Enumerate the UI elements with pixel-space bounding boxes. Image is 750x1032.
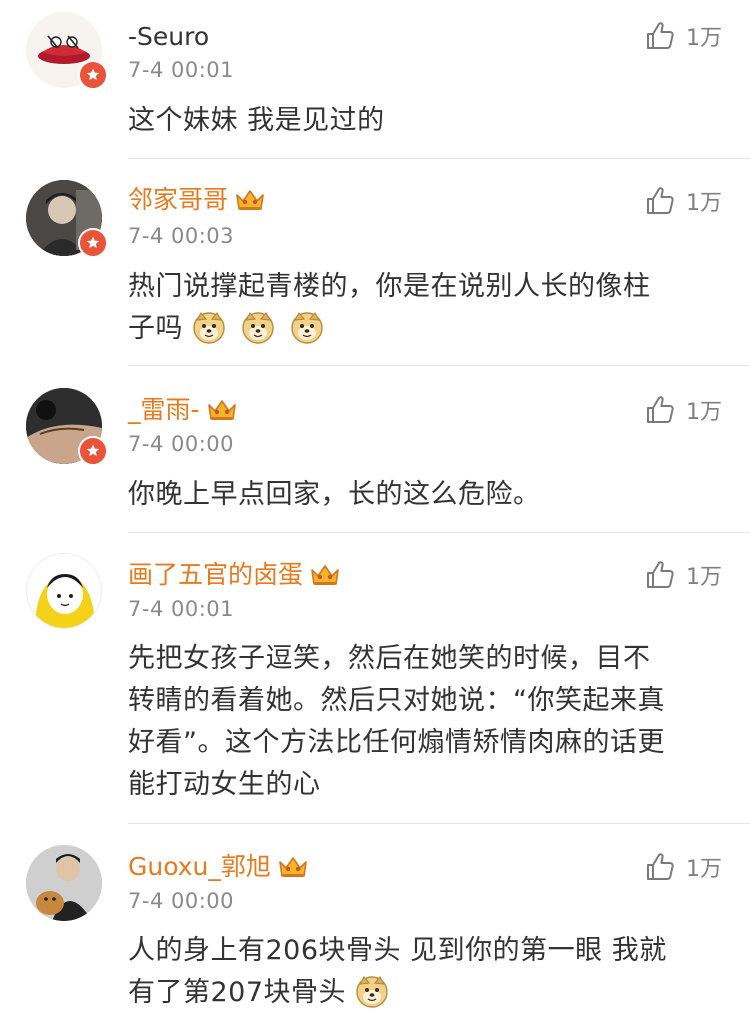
thumbs-up-icon: [644, 851, 676, 883]
avatar[interactable]: [26, 553, 102, 629]
like-count: 1万: [686, 26, 722, 51]
vip-crown-icon: [206, 397, 238, 423]
avatar[interactable]: [26, 388, 108, 466]
doge-emoji-icon: [192, 310, 226, 344]
comment-text: 人的身上有206块骨头 见到你的第一眼 我就 有了第207块骨头: [128, 930, 718, 1014]
comment-text: 热门说撑起青楼的，你是在说别人长的像柱 子吗: [128, 266, 718, 350]
doge-emoji-icon: [241, 310, 275, 344]
thumbs-up-icon: [644, 394, 676, 426]
username[interactable]: 邻家哥哥: [128, 185, 266, 215]
username-text[interactable]: -Seuro: [128, 22, 209, 52]
comment-text-line: 人的身上有206块骨头 见到你的第一眼 我就: [128, 935, 667, 966]
like-button[interactable]: 1万: [644, 851, 722, 883]
like-button[interactable]: 1万: [644, 394, 722, 426]
comment-text: 你晚上早点回家，长的这么危险。: [128, 479, 541, 510]
timestamp: 7-4 00:01: [128, 58, 234, 82]
timestamp: 7-4 00:01: [128, 597, 234, 621]
comment-text: 这个妹妹 我是见过的: [128, 105, 385, 136]
thumbs-up-icon: [644, 20, 676, 52]
username[interactable]: Guoxu_郭旭: [128, 852, 309, 882]
like-count: 1万: [686, 400, 722, 425]
verified-badge-icon: [78, 60, 108, 90]
timestamp: 7-4 00:00: [128, 889, 234, 913]
avatar[interactable]: [26, 12, 108, 90]
thumbs-up-icon: [644, 185, 676, 217]
like-button[interactable]: 1万: [644, 185, 722, 217]
comment-text-fragment: 子吗: [128, 313, 183, 344]
timestamp: 7-4 00:00: [128, 432, 234, 456]
like-button[interactable]: 1万: [644, 559, 722, 591]
username-text[interactable]: 邻家哥哥: [128, 185, 228, 215]
like-count: 1万: [686, 565, 722, 590]
doge-emoji-icon: [290, 310, 324, 344]
divider: [128, 158, 750, 159]
divider: [128, 823, 750, 824]
username[interactable]: 画了五官的卤蛋: [128, 560, 341, 590]
thumbs-up-icon: [644, 559, 676, 591]
comment-text-line: 先把女孩子逗笑，然后在她笑的时候，目不: [128, 643, 651, 674]
avatar[interactable]: [26, 845, 102, 921]
like-count: 1万: [686, 191, 722, 216]
vip-crown-icon: [309, 562, 341, 588]
comment-text-line: 有了第207块骨头: [128, 972, 718, 1014]
divider: [128, 532, 750, 533]
avatar[interactable]: [26, 180, 108, 258]
divider: [128, 365, 750, 366]
username-text[interactable]: Guoxu_郭旭: [128, 852, 271, 882]
comment-text: 先把女孩子逗笑，然后在她笑的时候，目不 转睛的看着她。然后只对她说：“你笑起来真…: [128, 638, 718, 806]
vip-crown-icon: [234, 187, 266, 213]
username[interactable]: -Seuro: [128, 22, 209, 52]
like-button[interactable]: 1万: [644, 20, 722, 52]
vip-crown-icon: [277, 854, 309, 880]
comment-text-line: 转睛的看着她。然后只对她说：“你笑起来真: [128, 685, 665, 716]
username-text[interactable]: _雷雨-: [128, 395, 200, 425]
username[interactable]: _雷雨-: [128, 395, 238, 425]
comment-text-fragment: 有了第207块骨头: [128, 977, 347, 1008]
comment-text-line: 好看”。这个方法比任何煽情矫情肉麻的话更: [128, 727, 665, 758]
comment-text-line: 热门说撑起青楼的，你是在说别人长的像柱: [128, 271, 651, 302]
timestamp: 7-4 00:03: [128, 224, 234, 248]
comment-text-line: 子吗: [128, 308, 718, 350]
like-count: 1万: [686, 857, 722, 882]
username-text[interactable]: 画了五官的卤蛋: [128, 560, 303, 590]
verified-badge-icon: [78, 436, 108, 466]
doge-emoji-icon: [355, 974, 389, 1008]
comment-text-line: 能打动女生的心: [128, 769, 321, 800]
verified-badge-icon: [78, 228, 108, 258]
